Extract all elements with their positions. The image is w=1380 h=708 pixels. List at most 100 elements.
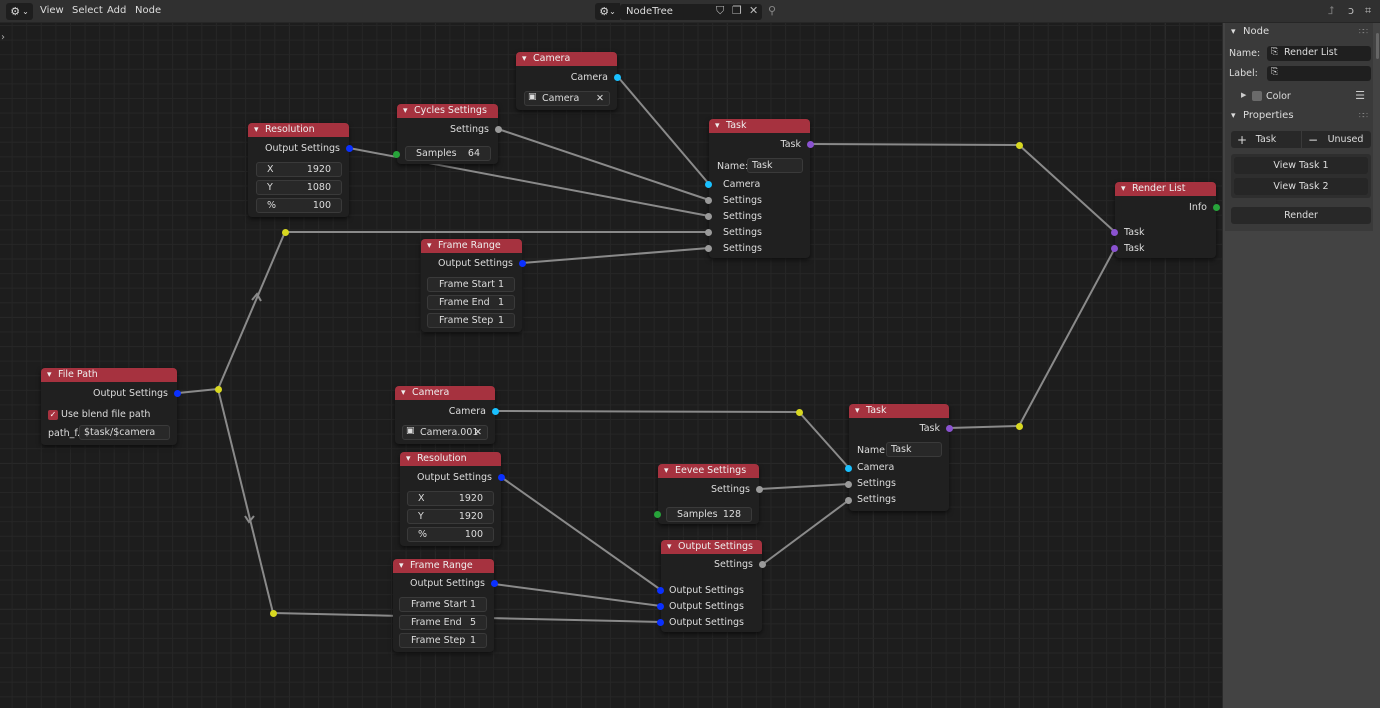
task-name-field[interactable]: Task (886, 442, 942, 457)
clear-icon[interactable]: ✕ (474, 427, 482, 438)
output-socket[interactable] (346, 145, 353, 152)
x-field[interactable]: X 1920 (256, 162, 342, 177)
node-header[interactable]: Camera (516, 52, 617, 66)
output-socket[interactable] (807, 141, 814, 148)
input-socket[interactable] (705, 197, 712, 204)
drag-grip-icon[interactable]: ∷∷ (1359, 107, 1368, 125)
node-camera[interactable]: Camera Camera ▣ Camera ✕ (516, 52, 621, 110)
remove-unused-button[interactable]: − Unused (1302, 131, 1371, 148)
node-resolution[interactable]: Resolution Output Settings X 1920 Y 1920 %… (400, 452, 505, 546)
input-socket[interactable] (845, 465, 852, 472)
node-header[interactable]: Frame Range (393, 559, 494, 573)
reroute-node[interactable] (215, 386, 222, 393)
tree-type-button[interactable]: ⚙ ⌄ (595, 3, 620, 20)
editor-type-button[interactable]: ⚙ ⌄ (6, 3, 33, 20)
input-socket[interactable] (657, 587, 664, 594)
node-header[interactable]: Task (849, 404, 949, 418)
y-field[interactable]: Y 1080 (256, 180, 342, 195)
node-header[interactable]: File Path (41, 368, 177, 382)
input-socket[interactable] (393, 151, 400, 158)
expand-arrow-icon[interactable]: ▶ (1241, 91, 1246, 99)
output-socket[interactable] (492, 408, 499, 415)
input-socket[interactable] (845, 481, 852, 488)
samples-field[interactable]: Samples 64 (405, 146, 491, 161)
y-field[interactable]: Y 1920 (407, 509, 494, 524)
node-task[interactable]: Task Task Name: Task Camera Settings Set… (845, 404, 953, 511)
fake-user-shield-icon[interactable]: ⛉ (716, 4, 724, 18)
frame-end-field[interactable]: Frame End 5 (399, 615, 487, 630)
output-socket[interactable] (759, 561, 766, 568)
close-icon[interactable]: ✕ (749, 4, 758, 17)
camera-field[interactable]: ▣ Camera.001 ✕ (402, 425, 488, 440)
reroute-node[interactable] (270, 610, 277, 617)
input-socket[interactable] (1111, 229, 1118, 236)
output-socket[interactable] (519, 260, 526, 267)
drag-grip-icon[interactable]: ∷∷ (1359, 23, 1368, 41)
node-resolution[interactable]: Resolution Output Settings X 1920 Y 1080 %… (248, 123, 353, 217)
input-socket[interactable] (705, 229, 712, 236)
input-socket[interactable] (705, 245, 712, 252)
node-header[interactable]: Camera (395, 386, 495, 400)
menu-view[interactable]: View (40, 5, 64, 16)
output-socket[interactable] (1213, 204, 1220, 211)
duplicate-icon[interactable]: ❐ (732, 4, 742, 17)
clear-icon[interactable]: ✕ (596, 93, 604, 104)
node-header[interactable]: Output Settings (661, 540, 762, 554)
frame-start-field[interactable]: Frame Start 1 (427, 277, 515, 292)
use-blend-checkbox[interactable]: ✓ (48, 410, 58, 420)
node-header[interactable]: Resolution (400, 452, 501, 466)
output-socket[interactable] (495, 126, 502, 133)
reroute-node[interactable] (1016, 142, 1023, 149)
output-socket[interactable] (174, 390, 181, 397)
input-socket[interactable] (657, 619, 664, 626)
frame-start-field[interactable]: Frame Start 1 (399, 597, 487, 612)
percent-field[interactable]: % 100 (256, 198, 342, 213)
pin-icon[interactable]: ⚲ (768, 4, 776, 17)
panel-header-node[interactable]: Node ∷∷ (1225, 23, 1373, 41)
input-socket[interactable] (705, 181, 712, 188)
parent-tree-icon[interactable]: ⮥ (1328, 4, 1335, 18)
x-field[interactable]: X 1920 (407, 491, 494, 506)
menu-add[interactable]: Add (107, 5, 126, 16)
task-name-field[interactable]: Task (747, 158, 803, 173)
view-task-1-button[interactable]: View Task 1 (1234, 157, 1368, 174)
overlay-icon[interactable]: ⌗ (1365, 4, 1371, 18)
preset-list-icon[interactable]: ☰ (1355, 89, 1365, 102)
view-task-2-button[interactable]: View Task 2 (1234, 178, 1368, 195)
percent-field[interactable]: % 100 (407, 527, 494, 542)
node-header[interactable]: Cycles Settings (397, 104, 498, 118)
camera-field[interactable]: ▣ Camera ✕ (524, 91, 610, 106)
menu-node[interactable]: Node (135, 5, 161, 16)
output-socket[interactable] (498, 474, 505, 481)
path-field[interactable]: $task/$camera (79, 425, 170, 440)
node-cycles-settings[interactable]: Cycles Settings Settings Samples 64 (393, 104, 502, 164)
node-header[interactable]: Eevee Settings (658, 464, 759, 478)
add-task-button[interactable]: + Task (1231, 131, 1301, 148)
input-socket[interactable] (654, 511, 661, 518)
input-socket[interactable] (845, 497, 852, 504)
input-socket[interactable] (1111, 245, 1118, 252)
frame-step-field[interactable]: Frame Step 1 (427, 313, 515, 328)
output-socket[interactable] (946, 425, 953, 432)
samples-field[interactable]: Samples 128 (666, 507, 752, 522)
input-socket[interactable] (657, 603, 664, 610)
node-frame-range[interactable]: Frame Range Output Settings Frame Start1… (421, 239, 526, 332)
reroute-node[interactable] (796, 409, 803, 416)
node-eevee-settings[interactable]: Eevee Settings Settings Samples 128 (654, 464, 763, 524)
node-header[interactable]: Frame Range (421, 239, 522, 253)
menu-select[interactable]: Select (72, 5, 103, 16)
reroute-node[interactable] (282, 229, 289, 236)
color-checkbox[interactable] (1252, 91, 1262, 101)
output-socket[interactable] (756, 486, 763, 493)
frame-end-field[interactable]: Frame End 1 (427, 295, 515, 310)
node-output-settings[interactable]: Output Settings Settings Output Settings… (657, 540, 766, 632)
node-frame-range[interactable]: Frame Range Output Settings Frame Start1… (393, 559, 498, 652)
reroute-node[interactable] (1016, 423, 1023, 430)
node-file-path[interactable]: File Path Output Settings ✓ Use blend fi… (41, 368, 181, 445)
node-header[interactable]: Resolution (248, 123, 349, 137)
snap-icon[interactable]: ↄ (1348, 4, 1354, 17)
node-header[interactable]: Render List (1115, 182, 1216, 196)
sidebar-scrollbar[interactable] (1376, 33, 1379, 59)
input-socket[interactable] (705, 213, 712, 220)
node-camera[interactable]: Camera Camera ▣ Camera.001 ✕ (395, 386, 499, 444)
